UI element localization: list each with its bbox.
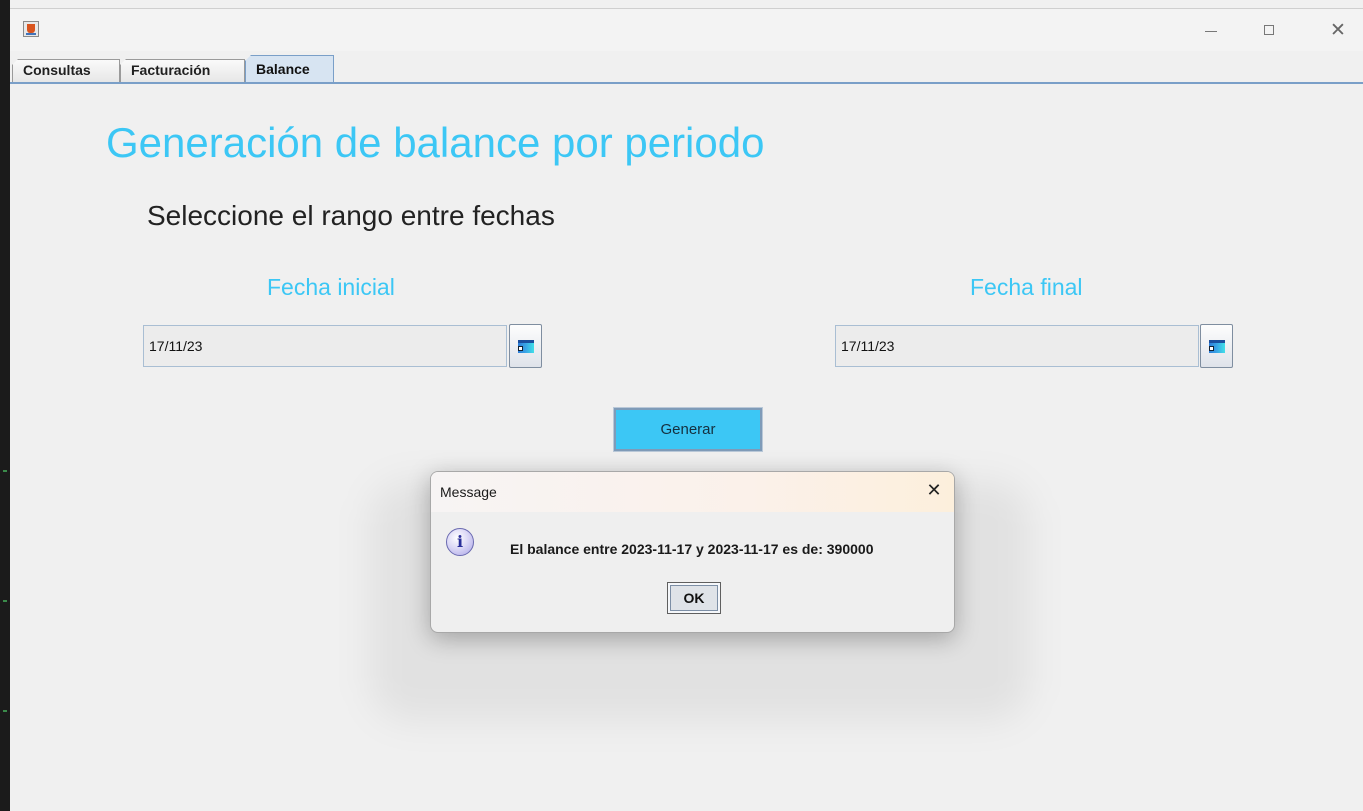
ok-button[interactable]: OK <box>667 582 721 614</box>
dialog-message: El balance entre 2023-11-17 y 2023-11-17… <box>510 541 874 557</box>
minimize-button[interactable] <box>1199 19 1223 41</box>
desktop-edge <box>0 0 10 811</box>
page-subtitle: Seleccione el rango entre fechas <box>147 200 555 231</box>
page-title: Generación de balance por periodo <box>106 119 765 166</box>
close-icon: ✕ <box>1330 19 1346 41</box>
java-cup-icon[interactable] <box>23 21 39 37</box>
generate-button[interactable]: Generar <box>613 407 763 452</box>
desktop-mark <box>3 470 7 472</box>
dialog-title: Message <box>440 484 497 500</box>
title-bar: ✕ <box>10 9 1363 51</box>
end-date-calendar-button[interactable] <box>1200 324 1233 368</box>
calendar-icon <box>518 340 534 353</box>
end-date-label: Fecha final <box>970 274 1083 300</box>
tab-consultas[interactable]: Consultas <box>12 59 120 82</box>
minimize-icon <box>1205 31 1217 32</box>
end-date-field[interactable]: 17/11/23 <box>835 325 1199 367</box>
tab-balance[interactable]: Balance <box>245 55 334 84</box>
tab-underline <box>10 82 1363 84</box>
maximize-button[interactable] <box>1258 19 1282 41</box>
desktop-mark <box>3 710 7 712</box>
message-dialog: Message ✕ i El balance entre 2023-11-17 … <box>430 471 955 633</box>
app-window: ✕ Consultas Facturación Balance Generaci… <box>10 8 1363 811</box>
desktop-mark <box>3 600 7 602</box>
tab-facturacion[interactable]: Facturación <box>120 59 245 82</box>
dialog-close-button[interactable]: ✕ <box>922 478 946 504</box>
start-date-calendar-button[interactable] <box>509 324 542 368</box>
info-icon: i <box>446 528 474 556</box>
tab-strip: Consultas Facturación Balance <box>10 51 1363 85</box>
close-window-button[interactable]: ✕ <box>1326 19 1350 41</box>
maximize-icon <box>1264 25 1274 35</box>
screen: ✕ Consultas Facturación Balance Generaci… <box>0 0 1363 811</box>
start-date-label: Fecha inicial <box>267 274 395 300</box>
start-date-field[interactable]: 17/11/23 <box>143 325 507 367</box>
dialog-title-bar[interactable]: Message ✕ <box>431 472 954 512</box>
calendar-icon <box>1209 340 1225 353</box>
